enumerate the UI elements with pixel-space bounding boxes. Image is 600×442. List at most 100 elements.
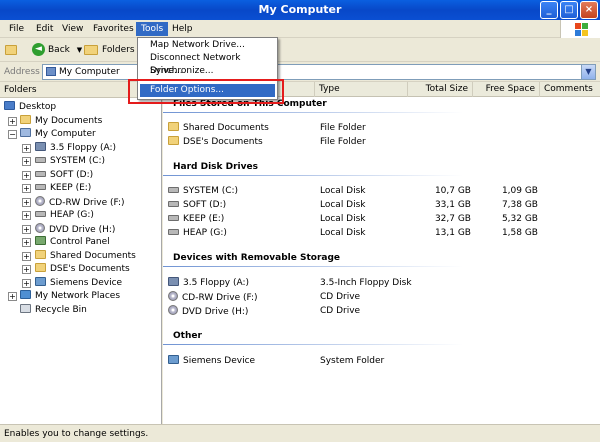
address-label: Address <box>4 67 40 77</box>
back-arrow-icon: ◄ <box>32 43 45 56</box>
back-button[interactable]: ◄ Back ▼ <box>32 40 82 60</box>
floppy-icon <box>35 142 46 151</box>
menu-item-map-network-drive[interactable]: Map Network Drive... <box>140 39 275 52</box>
back-dropdown-icon[interactable]: ▼ <box>77 46 82 54</box>
address-input[interactable]: My Computer ▼ <box>42 64 596 80</box>
expand-icon[interactable]: + <box>22 211 31 220</box>
group-divider <box>163 175 463 176</box>
maximize-button[interactable]: □ <box>560 1 578 19</box>
menu-edit[interactable]: Edit <box>31 22 58 36</box>
list-item[interactable]: 3.5 Floppy (A:) 3.5-Inch Floppy Disk <box>163 277 600 290</box>
tree-item-cdrw[interactable]: CD-RW Drive (F:) <box>35 196 125 209</box>
list-item[interactable]: KEEP (E:) Local Disk 32,7 GB 5,32 GB <box>163 213 600 226</box>
tree-item-my-computer[interactable]: My Computer <box>20 128 96 141</box>
hard-drive-icon <box>168 229 179 235</box>
tree-item-keep[interactable]: KEEP (E:) <box>35 182 91 195</box>
hard-drive-icon <box>168 215 179 221</box>
column-total-size[interactable]: Total Size <box>408 82 473 97</box>
content-pane: Name Type Total Size Free Space Comments… <box>163 82 600 424</box>
folder-icon <box>35 250 46 259</box>
folder-icon <box>168 136 179 145</box>
folders-pane: Folders × Desktop + My Documents − My Co… <box>0 82 162 424</box>
status-bar: Enables you to change settings. <box>0 424 600 442</box>
toolbar: ◄ Back ▼ Folders <box>0 38 600 62</box>
device-icon <box>168 355 179 364</box>
tree-item-control-panel[interactable]: Control Panel <box>35 236 110 249</box>
up-folder-icon <box>5 44 17 55</box>
tree-item-network-places[interactable]: My Network Places <box>20 290 120 303</box>
list-item[interactable]: HEAP (G:) Local Disk 13,1 GB 1,58 GB <box>163 227 600 240</box>
tree-item-floppy[interactable]: 3.5 Floppy (A:) <box>35 142 116 155</box>
folders-button[interactable]: Folders <box>84 40 135 60</box>
group-divider <box>163 266 463 267</box>
tree-item-siemens-device[interactable]: Siemens Device <box>35 277 122 290</box>
expand-icon[interactable]: + <box>22 144 31 153</box>
menu-tools[interactable]: Tools <box>136 22 169 36</box>
tree-item-soft[interactable]: SOFT (D:) <box>35 169 93 182</box>
list-item[interactable]: SYSTEM (C:) Local Disk 10,7 GB 1,09 GB <box>163 185 600 198</box>
group-divider <box>163 112 463 113</box>
windows-logo-icon <box>560 20 600 38</box>
control-panel-icon <box>35 236 46 245</box>
up-folder-button[interactable] <box>5 40 21 60</box>
list-item[interactable]: Shared Documents File Folder <box>163 122 600 135</box>
tree-item-system[interactable]: SYSTEM (C:) <box>35 155 105 168</box>
list-item[interactable]: Siemens Device System Folder <box>163 355 600 368</box>
computer-icon <box>20 128 31 137</box>
tree-item-my-documents[interactable]: My Documents <box>20 115 102 128</box>
address-dropdown-icon[interactable]: ▼ <box>581 65 595 79</box>
tree-item-shared-documents[interactable]: Shared Documents <box>35 250 136 263</box>
back-label: Back <box>48 45 70 55</box>
expand-icon[interactable]: + <box>22 198 31 207</box>
hard-drive-icon <box>35 211 46 217</box>
column-free-space[interactable]: Free Space <box>473 82 540 97</box>
menu-bar: File Edit View Favorites Tools Help <box>0 20 600 38</box>
menu-help[interactable]: Help <box>167 22 198 36</box>
hard-drive-icon <box>35 157 46 163</box>
group-title-hard-disks: Hard Disk Drives <box>173 162 258 172</box>
menu-item-disconnect-network-drive[interactable]: Disconnect Network Drive... <box>140 52 275 76</box>
expand-icon[interactable]: + <box>22 225 31 234</box>
expand-icon[interactable]: + <box>22 171 31 180</box>
folders-icon <box>84 44 98 55</box>
expand-icon[interactable]: + <box>22 238 31 247</box>
hard-drive-icon <box>168 201 179 207</box>
folder-icon <box>35 263 46 272</box>
column-comments[interactable]: Comments <box>540 82 600 97</box>
expand-icon[interactable]: + <box>22 265 31 274</box>
list-item[interactable]: DSE's Documents File Folder <box>163 136 600 149</box>
folder-icon <box>20 115 31 124</box>
list-item[interactable]: CD-RW Drive (F:) CD Drive <box>163 291 600 304</box>
expand-icon[interactable]: + <box>22 157 31 166</box>
menu-view[interactable]: View <box>57 22 88 36</box>
network-icon <box>20 290 31 299</box>
tree-item-desktop[interactable]: Desktop <box>4 101 56 114</box>
tree-item-dse-documents[interactable]: DSE's Documents <box>35 263 130 276</box>
list-item[interactable]: DVD Drive (H:) CD Drive <box>163 305 600 318</box>
tree-item-dvd[interactable]: DVD Drive (H:) <box>35 223 115 236</box>
hard-drive-icon <box>35 171 46 177</box>
hard-drive-icon <box>35 184 46 190</box>
window-title: My Computer <box>258 3 342 16</box>
menu-favorites[interactable]: Favorites <box>88 22 139 36</box>
close-button[interactable]: × <box>580 1 598 19</box>
list-item[interactable]: SOFT (D:) Local Disk 33,1 GB 7,38 GB <box>163 199 600 212</box>
column-type[interactable]: Type <box>315 82 408 97</box>
expand-icon[interactable]: + <box>22 279 31 288</box>
menu-item-synchronize[interactable]: Synchronize... <box>140 65 275 78</box>
expand-icon[interactable]: + <box>8 292 17 301</box>
address-value: My Computer <box>59 67 120 77</box>
minimize-button[interactable]: _ <box>540 1 558 19</box>
cd-drive-icon <box>168 291 178 301</box>
collapse-icon[interactable]: − <box>8 130 17 139</box>
expand-icon[interactable]: + <box>22 252 31 261</box>
expand-icon[interactable]: + <box>22 184 31 193</box>
tree-item-heap[interactable]: HEAP (G:) <box>35 209 94 222</box>
group-title-other: Other <box>173 331 202 341</box>
menu-file[interactable]: File <box>4 22 29 36</box>
dvd-drive-icon <box>168 305 178 315</box>
folder-icon <box>168 122 179 131</box>
tree-item-recycle-bin[interactable]: Recycle Bin <box>20 304 87 317</box>
expand-icon[interactable]: + <box>8 117 17 126</box>
title-bar[interactable]: My Computer _ □ × <box>0 0 600 20</box>
